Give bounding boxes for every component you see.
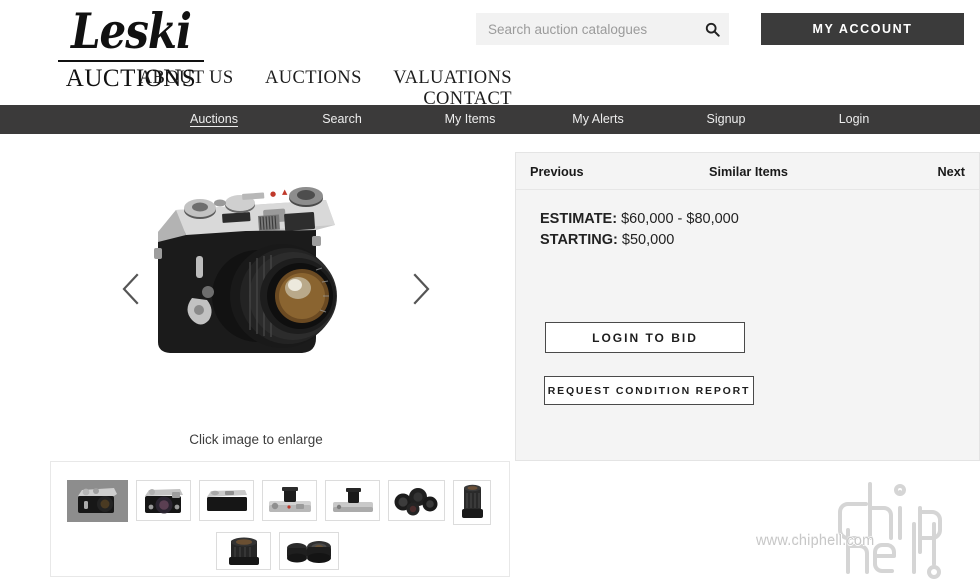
search-bar[interactable]	[476, 13, 729, 45]
lens-tall-icon	[462, 484, 483, 518]
subnav-item-login[interactable]: Login	[790, 105, 918, 134]
login-to-bid-button[interactable]: LOGIN TO BID	[545, 322, 745, 353]
similar-items-link[interactable]: Similar Items	[516, 165, 980, 179]
camera-back-icon	[206, 489, 247, 511]
svg-text:▲: ▲	[282, 188, 288, 196]
thumbnail-camera-top-angle[interactable]	[325, 480, 380, 521]
starting-line: STARTING: $50,000	[540, 230, 739, 251]
thumbnail-lens-with-cap[interactable]	[279, 532, 339, 570]
thumbnail-lens-group[interactable]	[388, 480, 445, 521]
image-viewer: ● ▲ Click image to enlarge	[0, 140, 512, 450]
nav-about-us[interactable]: ABOUT US	[139, 68, 234, 88]
my-account-button[interactable]: MY ACCOUNT	[761, 13, 964, 45]
lens-barrel-icon	[228, 537, 259, 565]
subnav-item-search[interactable]: Search	[278, 105, 406, 134]
next-item-link[interactable]: Next	[938, 165, 966, 179]
search-input[interactable]	[476, 21, 695, 37]
camera-front-icon	[77, 488, 117, 513]
next-image-arrow[interactable]	[408, 272, 434, 306]
starting-label: STARTING:	[540, 232, 618, 248]
watermark-url-text: www.chiphell.com	[756, 533, 875, 549]
thumbnail-camera-front-gray[interactable]	[67, 480, 128, 522]
main-product-image[interactable]: ● ▲	[130, 170, 385, 385]
thumbnail-row-2	[216, 532, 347, 570]
thumbnail-camera-front-white[interactable]	[136, 480, 191, 521]
camera-front-white-icon	[144, 488, 183, 513]
starting-value: $50,000	[621, 232, 675, 248]
estimate-value: $60,000 - $80,000	[621, 211, 739, 227]
svg-text:●: ●	[270, 190, 276, 198]
chiphell-logo-icon	[838, 482, 942, 579]
thumbnail-row-1	[67, 480, 499, 525]
estimate-line: ESTIMATE: $60,000 - $80,000	[540, 209, 739, 230]
subnav-item-my-alerts[interactable]: My Alerts	[534, 105, 662, 134]
price-block: ESTIMATE: $60,000 - $80,000 STARTING: $5…	[540, 209, 739, 251]
search-icon	[705, 22, 720, 37]
primary-navigation: ABOUT US AUCTIONS VALUATIONS CONTACT	[0, 68, 740, 110]
logo-script-text: Leski	[71, 3, 192, 60]
main-image-container[interactable]: ● ▲	[50, 150, 462, 430]
camera-top-angle-icon	[332, 487, 373, 512]
previous-image-arrow[interactable]	[118, 272, 144, 306]
estimate-label: ESTIMATE:	[540, 211, 618, 227]
site-header: Leski AUCTIONS MY ACCOUNT ABOUT US AUCTI…	[0, 0, 980, 109]
logo-divider	[58, 60, 204, 62]
lens-group-icon	[394, 487, 437, 515]
nav-valuations[interactable]: VALUATIONS	[393, 68, 512, 88]
thumbnail-camera-back[interactable]	[199, 480, 254, 521]
panel-header: Previous Similar Items Next	[516, 153, 979, 190]
thumbnail-camera-top-silver[interactable]	[262, 480, 317, 521]
nav-auctions[interactable]: AUCTIONS	[265, 68, 362, 88]
search-button[interactable]	[695, 13, 729, 45]
chiphell-watermark: www.chiphell.com	[748, 470, 978, 580]
secondary-navigation-bar: Auctions Search My Items My Alerts Signu…	[0, 105, 980, 134]
page-root: Leski AUCTIONS MY ACCOUNT ABOUT US AUCTI…	[0, 0, 980, 582]
thumbnail-lens-barrel[interactable]	[216, 532, 271, 570]
thumbnail-lens-tall[interactable]	[453, 480, 491, 525]
subnav-item-my-items[interactable]: My Items	[406, 105, 534, 134]
lens-with-cap-icon	[287, 541, 331, 563]
subnav-item-auctions[interactable]: Auctions	[150, 105, 278, 134]
image-caption: Click image to enlarge	[189, 432, 323, 447]
thumbnail-strip	[50, 461, 510, 577]
request-condition-report-button[interactable]: REQUEST CONDITION REPORT	[544, 376, 754, 405]
subnav-item-signup[interactable]: Signup	[662, 105, 790, 134]
item-detail-panel: Previous Similar Items Next ESTIMATE: $6…	[515, 152, 980, 461]
camera-top-silver-icon	[268, 486, 311, 512]
